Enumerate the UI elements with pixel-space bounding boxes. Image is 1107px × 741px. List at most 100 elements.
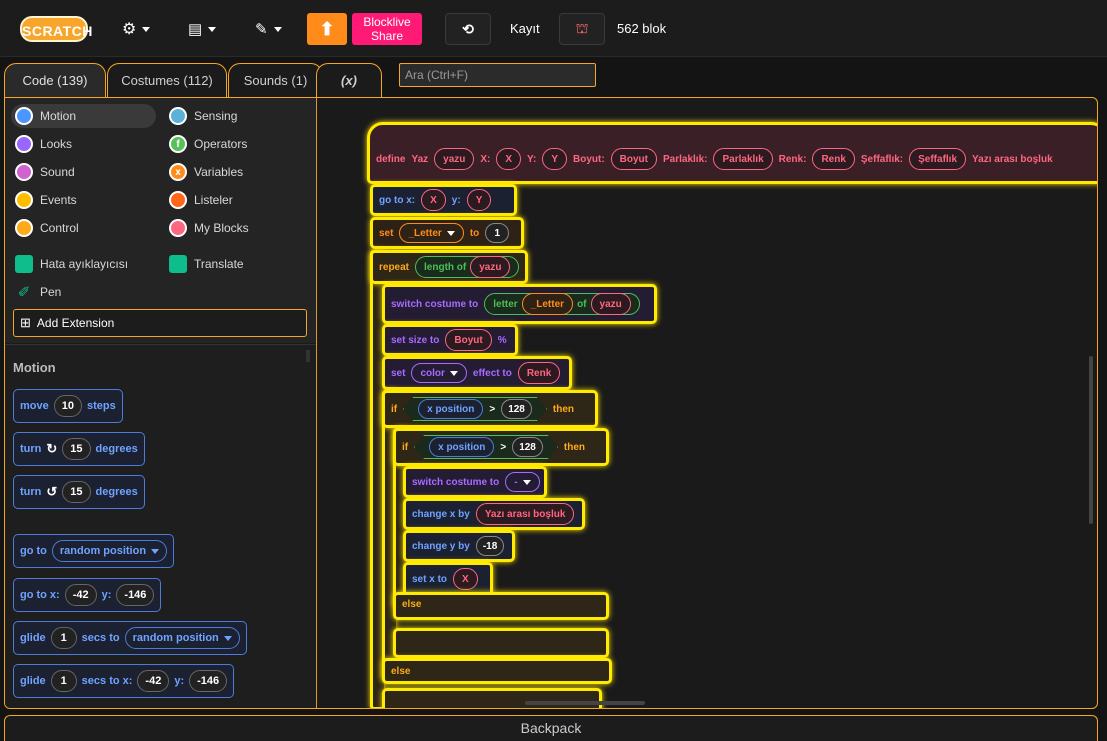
param-boyut[interactable]: Boyut (610, 148, 657, 170)
operators-icon: f (169, 135, 187, 153)
blocklive-share-button[interactable]: Blocklive Share (352, 13, 422, 45)
change-y-block[interactable]: change y by -18 (403, 530, 515, 562)
steps-input[interactable]: 10 (53, 395, 82, 417)
tab-costumes[interactable]: Costumes (112) (107, 63, 227, 97)
file-menu[interactable]: ▤ (188, 16, 217, 42)
set-x-block[interactable]: set x to X (403, 562, 493, 596)
tab-variables[interactable]: (x) (316, 63, 382, 97)
set-variable-block[interactable]: set _Letter to 1 (370, 217, 524, 249)
param-renk[interactable]: Renk (812, 148, 855, 170)
horizontal-scrollbar[interactable] (525, 701, 645, 705)
else-block-1[interactable]: else (382, 658, 612, 684)
tab-code[interactable]: Code (139) (4, 63, 106, 97)
costume-dropdown[interactable]: - (505, 472, 540, 492)
param-y[interactable]: Y (542, 148, 567, 170)
param-seffaflik[interactable]: Şeffaflık (909, 148, 967, 170)
gt-condition-2[interactable]: x position >128 (414, 435, 558, 459)
degrees-input[interactable]: 15 (62, 481, 91, 503)
define-block[interactable]: define Yaz yazu X: X Y: Y Boyut: Boyut Parl… (367, 122, 1097, 184)
if-block-2[interactable]: if x position >128 then (393, 428, 609, 466)
degrees-input[interactable]: 15 (62, 438, 91, 460)
param-x[interactable]: X (496, 148, 522, 170)
category-myblocks[interactable]: My Blocks (169, 216, 249, 240)
repeat-block[interactable]: repeat length of yazu (370, 250, 528, 284)
backpack-header[interactable]: Backpack (4, 715, 1098, 741)
secs-input[interactable]: 1 (50, 627, 77, 649)
y-reporter[interactable]: Y (466, 189, 492, 211)
block-glide-random[interactable]: glide 1 secs to random position (13, 621, 247, 655)
change-x-reporter[interactable]: Yazı arası boşluk (475, 503, 575, 525)
category-listeler[interactable]: Listeler (169, 188, 233, 212)
category-pen[interactable]: ✐ Pen (15, 280, 62, 304)
translate-icon (169, 255, 187, 273)
block-goto-xy[interactable]: go to x: -42 y: -146 (13, 578, 162, 612)
if-block-1[interactable]: if x position >128 then (382, 390, 598, 428)
category-sensing[interactable]: Sensing (169, 104, 237, 128)
param-parlaklik[interactable]: Parlaklık (713, 148, 773, 170)
category-looks[interactable]: Looks (15, 132, 72, 156)
switch-costume-block[interactable]: switch costume to - (403, 466, 547, 498)
settings-menu[interactable]: ⚙ (122, 16, 151, 42)
category-variables[interactable]: x Variables (169, 160, 243, 184)
block-goto-random[interactable]: go to random position (13, 534, 175, 568)
tab-sounds[interactable]: Sounds (1) (228, 63, 323, 97)
category-events[interactable]: Events (15, 188, 77, 212)
add-extension-button[interactable]: ⊞ Add Extension (13, 309, 307, 337)
gt-condition-1[interactable]: x position >128 (403, 397, 547, 421)
script-area[interactable]: define Yaz yazu X: X Y: Y Boyut: Boyut Parl… (317, 98, 1097, 708)
palette-scrollbar[interactable] (306, 350, 310, 362)
block-turn-right[interactable]: turn ↻ 15 degrees (13, 432, 145, 466)
upload-button[interactable]: ⬆ (307, 13, 347, 45)
myblocks-icon (169, 219, 187, 237)
refresh-icon: ⟲ (462, 20, 474, 37)
edit-menu[interactable]: ✎ (255, 16, 282, 42)
vertical-scrollbar[interactable] (1089, 356, 1093, 524)
change-x-block[interactable]: change x by Yazı arası boşluk (403, 498, 585, 530)
chevron-down-icon (273, 26, 282, 32)
length-of-reporter[interactable]: length of yazu (415, 256, 520, 278)
goto-target-dropdown[interactable]: random position (51, 540, 168, 562)
set-x-reporter[interactable]: X (453, 568, 478, 590)
effect-dropdown[interactable]: color (411, 363, 467, 383)
block-turn-left[interactable]: turn ↺ 15 degrees (13, 475, 145, 509)
turbo-refresh-button[interactable]: ⟲ (445, 13, 491, 45)
set-effect-block[interactable]: set color effect to Renk (382, 356, 572, 390)
variables-icon: x (169, 163, 187, 181)
effect-value-reporter[interactable]: Renk (517, 362, 561, 384)
chevron-down-icon (142, 26, 151, 32)
category-operators[interactable]: f Operators (169, 132, 247, 156)
letter-of-reporter[interactable]: letter _Letter of yazu (484, 293, 640, 315)
goto-xy-block[interactable]: go to x: Xy: Y (370, 184, 517, 216)
x-input[interactable]: -42 (64, 584, 97, 606)
category-control[interactable]: Control (15, 216, 79, 240)
block-glide-xy[interactable]: glide 1 secs to x: -42 y: -146 (13, 664, 235, 698)
glide-target-dropdown[interactable]: random position (124, 627, 240, 649)
kayit-button[interactable]: Kayıt (510, 21, 540, 36)
scratch-logo[interactable]: SCRATCH (20, 16, 92, 42)
mystuff-button[interactable]: ⛫ (559, 13, 605, 45)
block-move-steps[interactable]: move 10 steps (13, 389, 123, 423)
looks-icon (15, 135, 33, 153)
secs-input[interactable]: 1 (50, 670, 77, 692)
control-icon (15, 219, 33, 237)
category-motion[interactable]: Motion (11, 104, 156, 128)
set-size-block[interactable]: set size to Boyut% (382, 324, 518, 356)
switch-costume-letter-block[interactable]: switch costume to letter _Letter of yazu (382, 284, 657, 324)
if2-bottom (393, 628, 609, 658)
size-reporter[interactable]: Boyut (445, 329, 492, 351)
category-sound[interactable]: Sound (15, 160, 75, 184)
else-block-2[interactable]: else (393, 592, 609, 620)
y-input[interactable]: -146 (116, 584, 155, 606)
category-translate[interactable]: Translate (169, 252, 244, 276)
x-input[interactable]: -42 (137, 670, 170, 692)
y-input[interactable]: -146 (189, 670, 228, 692)
x-reporter[interactable]: X (421, 189, 446, 211)
robot-icon: ⛫ (575, 19, 589, 36)
change-y-input[interactable]: -18 (475, 536, 505, 556)
search-input[interactable]: Ara (Ctrl+F) (399, 63, 596, 87)
param-yazu[interactable]: yazu (434, 148, 475, 170)
variable-dropdown[interactable]: _Letter (399, 223, 464, 243)
value-input[interactable]: 1 (485, 223, 510, 243)
file-icon: ▤ (188, 21, 203, 38)
category-debugger[interactable]: Hata ayıklayıcısı (15, 252, 128, 276)
